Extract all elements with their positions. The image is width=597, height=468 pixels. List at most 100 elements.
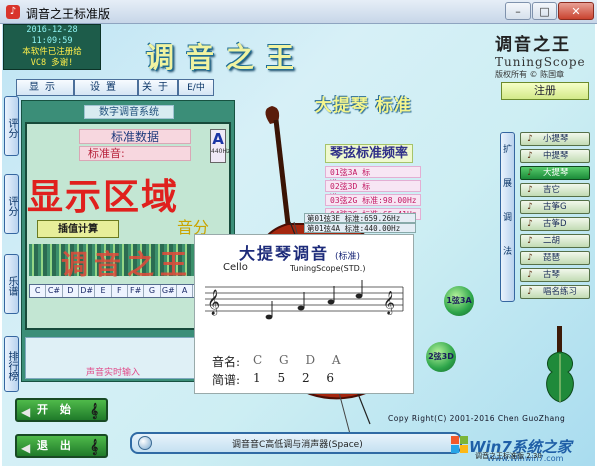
guqin-icon: ♪ [527,270,533,280]
copyright-text: Copy Right(C) 2001-2016 Chen GuoZhang [388,414,566,423]
tab-language[interactable]: E/中 [178,79,214,96]
note-key[interactable]: D# [79,285,96,297]
instrument-guitar[interactable]: ♪ 吉它 [520,183,590,197]
instrument-guzheng-d[interactable]: ♪ 古筝D [520,217,590,231]
instrument-violin[interactable]: ♪ 小提琴 [520,132,590,146]
erhu-icon: ♪ [527,236,533,246]
cello-tuning-popup: 大提琴调音 (标准) Cello TuningScope(STD.) 𝄞 𝄞 音… [194,234,414,394]
tab-display[interactable]: 显示 [16,79,74,96]
tuner-meter-text: 调音之王 [61,250,193,281]
guzheng-icon: ♪ [527,219,533,229]
logo-cn: 调音之王 [495,35,571,55]
version-label: 调音之王标准版 2.30 [475,452,542,460]
jianpu-value: 2 [301,371,310,385]
string-button-1[interactable]: 1弦3A [444,286,474,316]
music-staff: 𝄞 𝄞 [205,280,404,320]
clef-icon: 𝄞 [207,289,220,315]
popup-title: 大提琴调音 [239,244,330,263]
note-key[interactable]: C# [46,285,63,297]
instrument-label: 吉它 [543,185,561,195]
logo-en: TuningScope [495,55,586,69]
instrument-label: 琵琶 [543,253,561,263]
vnav-char: 展 [502,179,512,189]
note-key[interactable]: C [30,285,47,297]
instrument-label: 古琴 [543,270,561,280]
left-button-ranking[interactable]: 排行榜 [4,336,19,392]
time-text: 11:09:59 [31,36,73,46]
app-client-area: 2016-12-28 11:09:59 本软件已注册给 VC8 多谢! 调音之王… [2,24,595,466]
tab-about[interactable]: 关于 [138,79,178,96]
extended-tuning-nav[interactable]: 扩 展 调 法 [500,132,515,302]
toggle-knob[interactable] [138,436,152,450]
string-frequency-row[interactable]: 01弦3A 标准:220.00Hz [325,166,421,188]
violin-icon: ♪ [527,134,533,144]
note-key[interactable]: A [177,285,194,297]
note-key[interactable]: G# [161,285,177,297]
note-key[interactable]: D [63,285,79,297]
jianpu-value: 5 [277,371,286,385]
exit-icon: ◀ [21,441,35,455]
string-frequency-title: 琴弦标准频率 [325,144,414,163]
close-button[interactable]: ✕ [558,2,594,20]
instrument-label: 古筝D [543,219,567,229]
popup-cello-label: Cello [223,262,248,273]
instrument-label: 唱名练习 [543,287,578,297]
vnav-char: 扩 [502,145,512,155]
exit-button[interactable]: ◀ 退 出 𝄞 [15,434,108,458]
instrument-pipa[interactable]: ♪ 琵琶 [520,251,590,265]
display-area-text: 显示区域 [27,176,180,218]
user-text: VC8 多谢! [30,58,74,68]
reference-hz: 440Hz [211,148,231,155]
minimize-button[interactable]: – [505,2,531,20]
left-button-score-2[interactable]: 评分 [4,174,19,234]
date-text: 2016-12-28 [26,25,78,35]
popup-scope-label: TuningScope(STD.) [290,264,366,273]
popup-subtitle: (标准) [335,252,361,262]
note-key[interactable]: F# [128,285,145,297]
jianpu-value: 1 [253,371,261,385]
maximize-button[interactable]: □ [532,2,557,20]
left-button-sheet[interactable]: 乐谱 [4,254,19,314]
note-key[interactable]: E [95,285,112,297]
pipa-icon: ♪ [527,253,533,263]
jianpu-value: 6 [326,371,335,385]
interpolation-button[interactable]: 插值计算 [37,220,119,238]
string-frequency-row[interactable]: 02弦3D 标准:146.83Hz [325,180,421,202]
start-button[interactable]: ◀ 开 始 𝄞 [15,398,108,422]
string-frequency-extra: 第01弦3E 标准:659.26Hz [304,213,416,223]
windows-logo-icon [451,436,469,454]
instrument-cello[interactable]: ♪ 大提琴 [520,166,590,180]
string-frequency-row[interactable]: 03弦2G 标准:98.00Hz [325,194,421,206]
violin-icon: 𝄞 [90,440,102,455]
instrument-guzheng-g[interactable]: ♪ 古筝G [520,200,590,214]
title-bar: ♪ 调音之王标准版 – □ ✕ [0,0,597,24]
note-names: C G D A [253,353,341,367]
note-name: G [279,353,289,367]
left-button-score[interactable]: 评分 [4,96,19,156]
instrument-label: 小提琴 [543,134,569,144]
start-label: 开 始 [37,403,75,416]
realtime-input-label: 声音实时输入 [86,368,141,378]
instrument-guqin[interactable]: ♪ 古琴 [520,268,590,282]
tab-settings[interactable]: 设置 [74,79,138,96]
register-button[interactable]: 注册 [501,82,589,100]
instrument-viola[interactable]: ♪ 中提琴 [520,149,590,163]
mini-cello-icon [546,326,574,403]
bottom-control-bar[interactable]: 调音音C高低调与消声器(Space) [130,432,462,454]
instrument-singing[interactable]: ♪ 唱名练习 [520,285,590,299]
note-key[interactable]: F [112,285,128,297]
instrument-erhu[interactable]: ♪ 二胡 [520,234,590,248]
standard-sound-label: 标准音: [79,146,191,161]
clef-icon: 𝄞 [383,290,395,315]
reference-note: A [212,130,224,148]
logo-rights: 版权所有 © 陈国章 [495,70,565,79]
exit-label: 退 出 [37,439,75,452]
viola-icon: ♪ [527,151,533,161]
note-key[interactable]: G [144,285,161,297]
sing-icon: ♪ [527,287,533,297]
note-name: A [331,353,341,367]
app-icon: ♪ [6,5,20,19]
string-button-2[interactable]: 2弦3D [426,342,456,372]
window-title: 调音之王标准版 [26,7,111,21]
instrument-label: 中提琴 [543,151,569,161]
